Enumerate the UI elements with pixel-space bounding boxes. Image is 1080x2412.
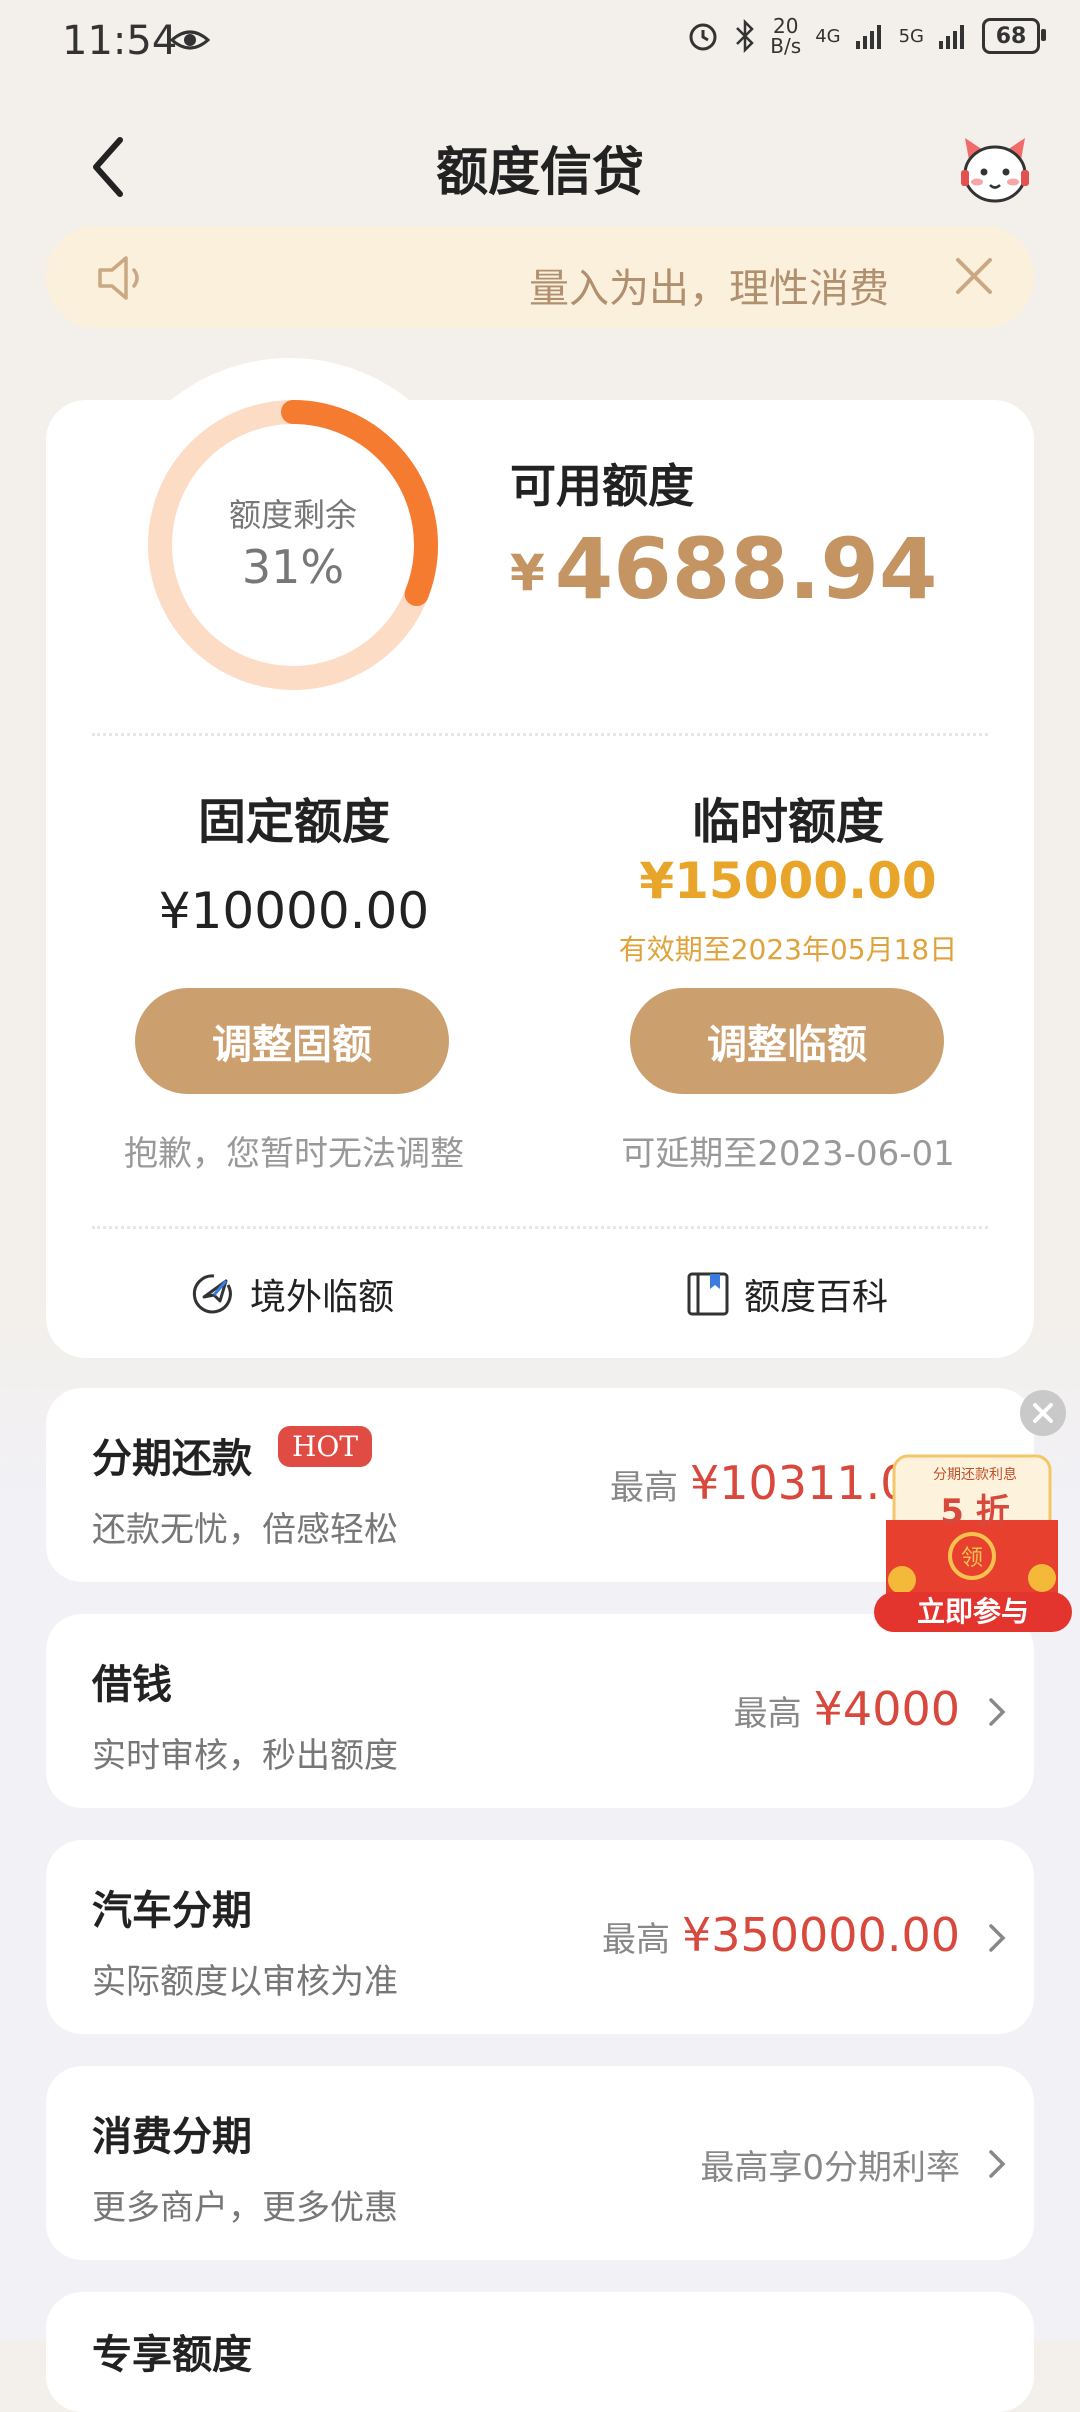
speaker-icon xyxy=(98,256,139,300)
promo-discount: 5 折 xyxy=(940,1492,1010,1532)
service-title: 分期还款 xyxy=(92,1436,252,1482)
chevron-right-icon xyxy=(989,1924,1006,1952)
fixed-credit-title: 固定额度 xyxy=(197,794,390,850)
service-subtitle: 还款无忧，倍感轻松 xyxy=(92,1510,398,1550)
temp-credit-title: 临时额度 xyxy=(691,794,884,850)
service-title: 借钱 xyxy=(92,1662,172,1708)
promo-top-text: 分期还款利息 xyxy=(933,1467,1017,1483)
service-title: 汽车分期 xyxy=(92,1888,252,1934)
signal-4g-label: 4G xyxy=(815,25,841,47)
available-credit-label: 可用额度 xyxy=(510,459,694,513)
adjust-fixed-credit-button[interactable]: 调整固额 xyxy=(135,988,449,1094)
bluetooth-icon xyxy=(736,19,755,53)
notice-text: 量入为出，理性消费 xyxy=(529,266,889,312)
overseas-link-label: 境外临额 xyxy=(250,1277,395,1318)
max-amount: ¥350000.00 xyxy=(681,1908,960,1962)
divider xyxy=(92,733,988,736)
max-amount: ¥4000 xyxy=(813,1682,960,1736)
adjust-temp-credit-button[interactable]: 调整临额 xyxy=(630,988,944,1094)
max-prefix: 最高 xyxy=(610,1468,678,1508)
ring-label: 额度剩余 xyxy=(228,496,357,534)
available-credit-amount: ¥4688.94 xyxy=(510,520,937,618)
signal-icon xyxy=(939,25,964,49)
temp-credit-note: 可延期至2023-06-01 xyxy=(621,1134,955,1174)
eye-icon xyxy=(170,30,210,50)
signal-icon xyxy=(855,25,881,49)
promo-seal: 领 xyxy=(960,1546,983,1571)
close-icon[interactable] xyxy=(1020,1390,1066,1436)
fixed-credit-note: 抱歉，您暂时无法调整 xyxy=(124,1134,464,1174)
signal-5g-label: 5G xyxy=(898,25,924,47)
net-speed: 20 B/s xyxy=(770,14,802,58)
overseas-temp-credit-link[interactable]: 境外临额 xyxy=(190,1268,394,1320)
status-icons: 20 B/s 4G 5G 68 xyxy=(686,14,1046,58)
fixed-credit-amount: ¥10000.00 xyxy=(158,882,430,940)
wiki-link-label: 额度百科 xyxy=(744,1277,889,1318)
service-max-amount: 最高享0分期利率 xyxy=(700,2140,960,2189)
service-subtitle: 更多商户，更多优惠 xyxy=(92,2188,398,2228)
credit-wiki-link[interactable]: 额度百科 xyxy=(686,1268,888,1320)
divider xyxy=(92,1226,988,1229)
customer-service-mascot-icon[interactable] xyxy=(955,130,1035,210)
ring-percent: 31% xyxy=(241,540,345,594)
max-prefix: 最高 xyxy=(601,1920,670,1960)
notice-bar: 量入为出，理性消费 xyxy=(46,226,1034,328)
service-title: 消费分期 xyxy=(92,2114,252,2160)
chevron-right-icon xyxy=(989,2150,1006,2178)
battery-icon: 68 xyxy=(982,18,1046,54)
service-max-amount: 最高 ¥350000.00 xyxy=(602,1908,960,1962)
page-title: 额度信贷 xyxy=(435,143,644,203)
currency-symbol: ¥ xyxy=(510,544,545,602)
promo-join-button[interactable]: 立即参与 xyxy=(874,1592,1072,1632)
service-title: 专享额度 xyxy=(92,2332,252,2378)
chevron-right-icon xyxy=(989,1698,1006,1726)
book-icon xyxy=(687,1272,729,1316)
service-subtitle: 实时审核，秒出额度 xyxy=(92,1736,398,1776)
status-time: 11:54 xyxy=(62,18,178,64)
close-icon[interactable] xyxy=(950,252,998,300)
max-prefix: 最高 xyxy=(733,1694,802,1734)
temp-credit-valid-until: 有效期至2023年05月18日 xyxy=(618,933,958,966)
service-subtitle: 实际额度以审核为准 xyxy=(92,1962,398,2002)
max-prefix: 最高享0分期利率 xyxy=(700,2148,960,2188)
temp-credit-amount: ¥15000.00 xyxy=(639,852,937,910)
available-amount-value: 4688.94 xyxy=(554,520,938,618)
plane-globe-icon xyxy=(192,1274,232,1314)
hot-badge: HOT xyxy=(278,1426,373,1467)
service-max-amount: 最高 ¥4000 xyxy=(734,1682,960,1736)
alarm-icon xyxy=(689,23,717,51)
